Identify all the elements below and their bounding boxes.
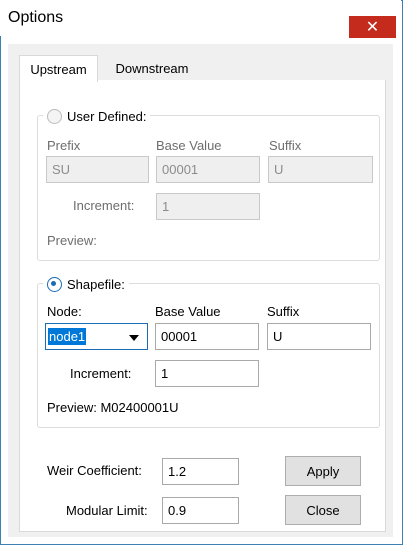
shapefile-label: Shapefile:	[67, 276, 125, 292]
tab-downstream[interactable]: Downstream	[104, 55, 200, 81]
ud-increment-input[interactable]: 1	[156, 193, 260, 220]
sf-increment-input[interactable]: 1	[155, 360, 259, 387]
sf-increment-label: Increment:	[70, 366, 132, 381]
user-defined-option[interactable]: User Defined:	[43, 106, 151, 126]
weir-coefficient-label: Weir Coefficient:	[47, 463, 142, 478]
apply-button[interactable]: Apply	[285, 456, 361, 486]
ud-suffix-label: Suffix	[269, 138, 302, 153]
prefix-input[interactable]: SU	[46, 156, 149, 183]
sf-base-value-input[interactable]: 00001	[155, 323, 259, 350]
ud-suffix-input[interactable]: U	[268, 156, 373, 183]
ud-base-value-input[interactable]: 00001	[156, 156, 260, 183]
user-defined-radio[interactable]	[47, 108, 62, 124]
ud-preview-label: Preview:	[47, 233, 97, 248]
sf-preview-text: Preview: M02400001U	[47, 400, 179, 415]
shapefile-radio[interactable]	[47, 276, 62, 292]
close-window-button[interactable]: ✕	[349, 16, 396, 38]
shapefile-option[interactable]: Shapefile:	[43, 274, 129, 294]
modular-limit-label: Modular Limit:	[66, 503, 148, 518]
sf-base-value-label: Base Value	[155, 304, 221, 319]
chevron-down-icon	[129, 335, 139, 341]
node-dropdown-value: node1	[48, 328, 87, 345]
node-label: Node:	[47, 304, 82, 319]
prefix-label: Prefix	[47, 138, 81, 153]
close-button[interactable]: Close	[285, 495, 361, 525]
ud-base-value-label: Base Value	[156, 138, 222, 153]
sf-suffix-input[interactable]: U	[267, 323, 371, 350]
close-icon: ✕	[365, 19, 380, 36]
modular-limit-input[interactable]: 0.9	[162, 497, 239, 524]
user-defined-label: User Defined:	[67, 108, 147, 124]
ud-increment-label: Increment:	[73, 198, 135, 213]
tab-upstream[interactable]: Upstream	[19, 55, 98, 82]
sf-suffix-label: Suffix	[267, 304, 300, 319]
node-dropdown[interactable]: node1	[45, 323, 148, 350]
weir-coefficient-input[interactable]: 1.2	[162, 458, 239, 485]
window-title: Options	[8, 9, 64, 26]
